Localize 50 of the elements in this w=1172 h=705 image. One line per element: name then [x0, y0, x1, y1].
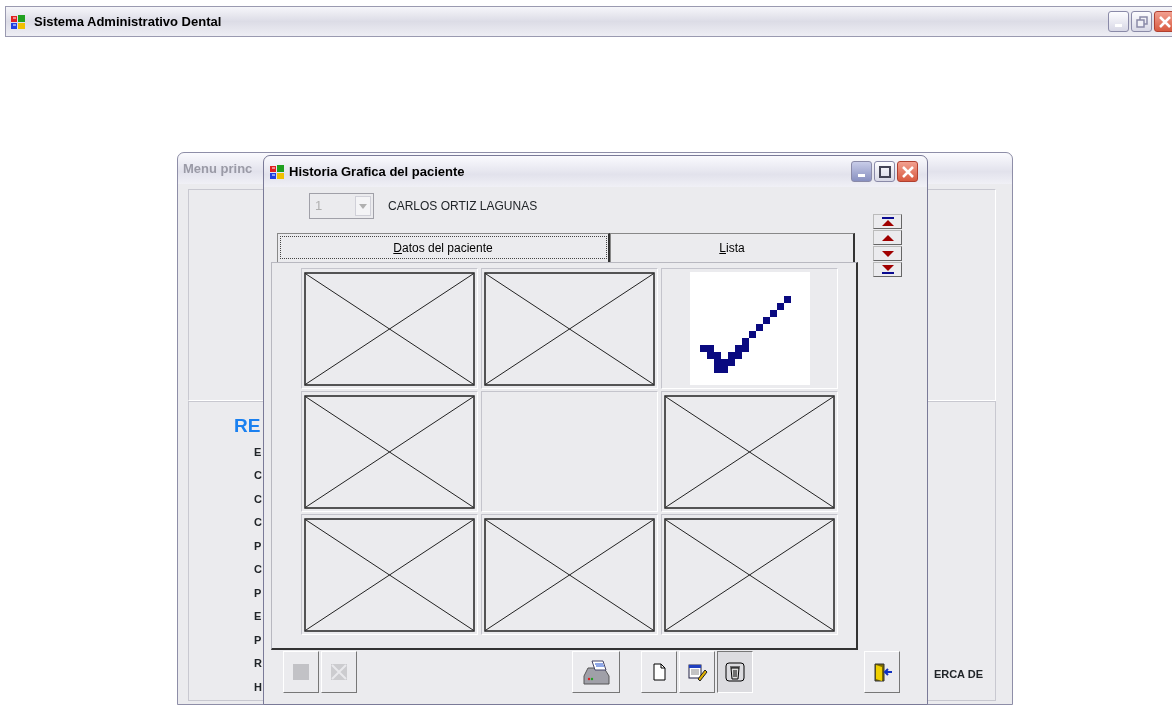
menu-item[interactable]: C: [254, 511, 262, 535]
close-button[interactable]: [897, 161, 918, 182]
section-heading: RE: [234, 414, 262, 438]
menu-item[interactable]: P: [254, 628, 262, 652]
menu-item[interactable]: P: [254, 581, 262, 605]
menu-item[interactable]: E: [254, 605, 262, 629]
cross-icon: [328, 661, 350, 683]
menu-item[interactable]: H: [254, 675, 262, 699]
restore-button[interactable]: [1131, 11, 1152, 32]
trash-icon: [724, 661, 746, 683]
patient-name: CARLOS ORTIZ LAGUNAS: [388, 198, 538, 215]
last-icon: [879, 264, 896, 275]
window-title: Sistema Administrativo Dental: [34, 12, 222, 31]
first-record-button[interactable]: [873, 214, 902, 229]
maximize-icon: [876, 163, 893, 180]
menu-item[interactable]: ERCA DE: [933, 666, 983, 683]
app-icon: [269, 163, 285, 180]
restore-icon: [1133, 13, 1150, 30]
tab[interactable]: Lista: [610, 233, 855, 262]
minimize-icon: [858, 174, 865, 177]
edit-button[interactable]: [679, 651, 715, 693]
close-icon: [899, 163, 916, 180]
new-button[interactable]: [641, 651, 677, 693]
menu-item[interactable]: R: [254, 652, 262, 676]
previous-record-button[interactable]: [873, 230, 902, 245]
delete-button[interactable]: [717, 651, 753, 693]
exit-button[interactable]: [864, 651, 900, 693]
next-record-button[interactable]: [873, 246, 902, 261]
print-button[interactable]: [572, 651, 620, 693]
window-title: Historia Grafica del paciente: [289, 162, 465, 181]
menu-item[interactable]: C: [254, 487, 262, 511]
app-icon: [10, 13, 26, 30]
first-icon: [879, 216, 896, 227]
pencil-icon: [686, 661, 708, 683]
tab[interactable]: Datos del paciente: [277, 233, 610, 262]
close-icon: [1156, 13, 1172, 30]
square-icon: [290, 661, 312, 683]
window-title: Menu princ: [183, 159, 253, 178]
minimize-button[interactable]: [1108, 11, 1129, 32]
printer-icon: [581, 658, 611, 686]
menu-item[interactable]: E: [254, 440, 262, 464]
menu-item[interactable]: C: [254, 464, 262, 488]
last-record-button[interactable]: [873, 262, 902, 277]
menu-item[interactable]: C: [254, 558, 262, 582]
door-icon: [871, 661, 893, 683]
close-button[interactable]: [1154, 11, 1172, 32]
maximize-button[interactable]: [874, 161, 895, 182]
menu-item[interactable]: P: [254, 534, 262, 558]
checkmark-icon: [689, 272, 810, 385]
caret-icon: [359, 203, 367, 209]
